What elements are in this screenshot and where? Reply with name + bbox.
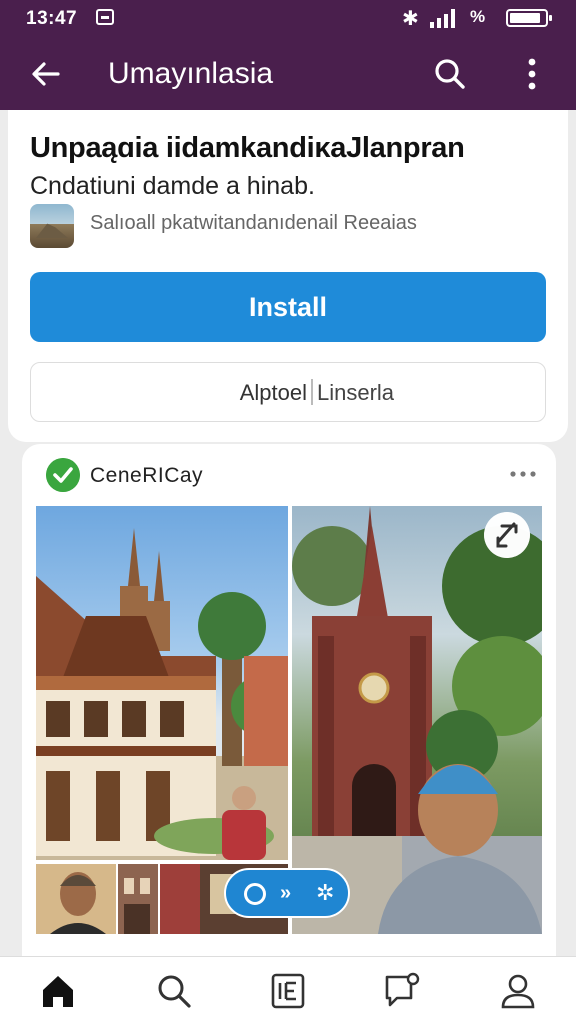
news-icon[interactable] bbox=[268, 971, 308, 1011]
check-badge-icon bbox=[46, 458, 80, 492]
app-subtitle: Cndatiuni damde a hinab. bbox=[30, 172, 315, 200]
bluetooth-icon: ✱ bbox=[402, 8, 419, 30]
battery-percent: % bbox=[470, 7, 486, 26]
secondary-left-label: Alptoel bbox=[239, 380, 307, 405]
sparkle-icon[interactable]: ✲ bbox=[316, 880, 334, 906]
search-icon[interactable] bbox=[154, 971, 194, 1011]
photo-colonial-building[interactable] bbox=[36, 506, 288, 860]
more-vertical-icon[interactable] bbox=[516, 56, 548, 92]
app-icon bbox=[30, 204, 74, 248]
secondary-divider bbox=[311, 379, 313, 405]
battery-icon bbox=[506, 9, 552, 27]
action-pill[interactable]: » ✲ bbox=[224, 868, 350, 918]
secondary-button[interactable]: Alptoel Linserla bbox=[30, 362, 546, 422]
notification-icon bbox=[96, 9, 114, 25]
top-app-bar: 13:47 ✱ % Umayınlasia bbox=[0, 0, 576, 110]
app-install-card: Unpaąɑia iidamkandiᴋaJlanpran Cndatiuni … bbox=[8, 110, 568, 442]
back-arrow-icon[interactable] bbox=[28, 56, 64, 92]
share-icon[interactable]: » bbox=[280, 882, 291, 905]
install-button[interactable]: Install bbox=[30, 272, 546, 342]
circle-icon[interactable] bbox=[244, 883, 266, 905]
home-icon[interactable] bbox=[38, 971, 78, 1011]
secondary-right-label: Linserla bbox=[317, 380, 395, 405]
status-bar: 13:47 ✱ % bbox=[0, 0, 576, 36]
brand-logo-icon bbox=[484, 512, 530, 558]
post-card: CeneRICay » ✲ bbox=[22, 444, 556, 964]
signal-icon bbox=[430, 8, 460, 28]
status-time: 13:47 bbox=[26, 8, 78, 29]
messages-icon[interactable] bbox=[382, 971, 422, 1011]
bottom-navigation bbox=[0, 956, 576, 1024]
thumbnail-building-1[interactable] bbox=[118, 864, 158, 934]
app-title: Unpaąɑia iidamkandiᴋaJlanpran bbox=[30, 132, 465, 164]
page-title: Umayınlasia bbox=[108, 57, 274, 90]
search-icon[interactable] bbox=[432, 56, 468, 92]
app-meta: Salıoall pkatwitandanıdenail Reeaias bbox=[90, 212, 417, 234]
post-author[interactable]: CeneRICay bbox=[90, 464, 203, 488]
profile-icon[interactable] bbox=[498, 971, 538, 1011]
thumbnail-man-1[interactable] bbox=[36, 864, 116, 934]
more-horizontal-icon[interactable] bbox=[508, 462, 538, 486]
